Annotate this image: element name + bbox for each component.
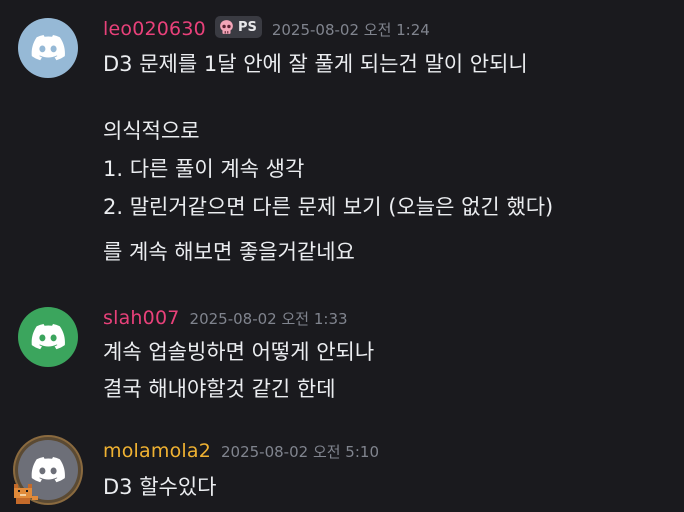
- message-line: 1. 다른 풀이 계속 생각: [103, 157, 305, 181]
- discord-icon: [31, 35, 65, 61]
- server-tag-label: PS: [237, 19, 257, 35]
- timestamp: 2025-08-02 오전 5:10: [221, 443, 379, 461]
- message-line: D3 할수있다: [103, 475, 217, 499]
- message-line: 결국 해내야할것 같긴 한데: [103, 377, 336, 401]
- server-tag[interactable]: PS: [214, 16, 262, 38]
- message-line: 계속 업솔빙하면 어떻게 안되나: [103, 340, 375, 364]
- username[interactable]: leo020630: [103, 18, 206, 40]
- message-header: molamola2 2025-08-02 오전 5:10: [103, 440, 379, 462]
- message-line: 를 계속 해보면 좋을거같네요: [103, 240, 355, 264]
- username[interactable]: slah007: [103, 307, 180, 329]
- username[interactable]: molamola2: [103, 440, 211, 462]
- message-header: slah007 2025-08-02 오전 1:33: [103, 307, 348, 329]
- message-line: 의식적으로: [103, 119, 200, 143]
- message-line: 2. 말린거같으면 다른 문제 보기 (오늘은 없긴 했다): [103, 195, 554, 219]
- avatar[interactable]: [18, 18, 78, 78]
- skull-icon: [220, 19, 233, 34]
- discord-icon: [31, 324, 65, 350]
- avatar[interactable]: [18, 307, 78, 367]
- message-header: leo020630 PS 2025-08-02 오전 1:24: [103, 16, 430, 40]
- pixel-cat-decoration-icon: [14, 484, 38, 504]
- timestamp: 2025-08-02 오전 1:24: [271, 21, 430, 39]
- message-line: D3 문제를 1달 안에 잘 풀게 되는건 말이 안되니: [103, 52, 528, 76]
- timestamp: 2025-08-02 오전 1:33: [189, 310, 348, 328]
